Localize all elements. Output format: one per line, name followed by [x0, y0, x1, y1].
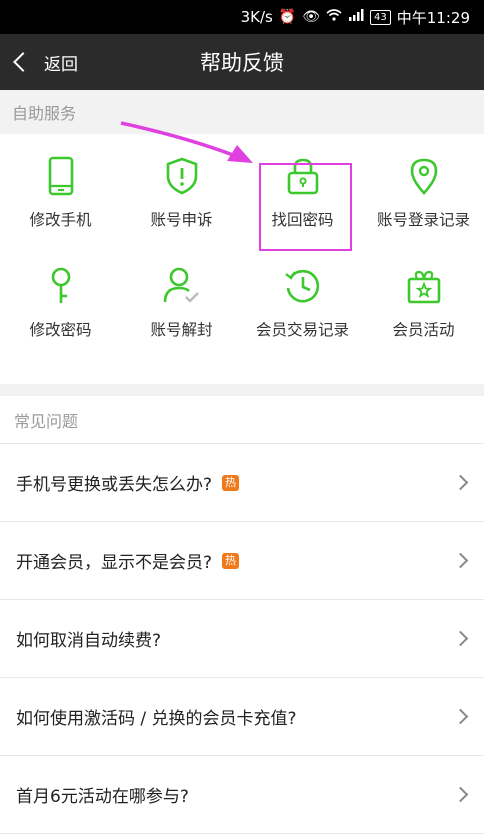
service-member-events[interactable]: 会员活动: [363, 244, 484, 354]
back-button[interactable]: 返回: [0, 34, 78, 90]
service-label: 会员交易记录: [255, 321, 349, 339]
faq-question: 首月6元活动在哪参与?: [16, 787, 189, 807]
faq-item[interactable]: 首月6元活动在哪参与?: [0, 756, 484, 834]
faq-question: 如何使用激活码 / 兑换的会员卡充值?: [16, 709, 297, 729]
self-service-heading: 自助服务: [0, 90, 484, 134]
service-account-appeal[interactable]: 账号申诉: [121, 134, 242, 244]
user-check-icon: [163, 267, 199, 303]
faq-question: 手机号更换或丢失怎么办?: [16, 475, 213, 495]
status-bar: 3K/s ⏰ 👁 43 中午11:29: [0, 0, 484, 34]
faq-question: 开通会员，显示不是会员?: [16, 553, 213, 573]
back-label: 返回: [44, 54, 78, 75]
eye-icon: 👁: [302, 9, 321, 25]
alarm-icon: ⏰: [278, 9, 297, 25]
chevron-right-icon: [452, 630, 469, 647]
key-icon: [51, 267, 70, 303]
lock-icon: [287, 158, 318, 195]
service-recover-password[interactable]: 找回密码: [242, 134, 363, 244]
location-pin-icon: [410, 158, 437, 195]
clock-refresh-icon: [284, 269, 319, 303]
shield-alert-icon: [166, 157, 197, 195]
service-label: 账号登录记录: [376, 211, 470, 229]
service-label: 账号解封: [150, 321, 213, 339]
chevron-right-icon: [452, 474, 469, 491]
faq-question: 如何取消自动续费?: [16, 631, 162, 651]
navigation-bar: 返回 帮助反馈: [0, 34, 484, 90]
phone-icon: [48, 156, 73, 196]
service-unban-account[interactable]: 账号解封: [121, 244, 242, 354]
service-login-records[interactable]: 账号登录记录: [363, 134, 484, 244]
service-label: 修改密码: [29, 321, 92, 339]
gift-icon: [407, 270, 440, 304]
faq-item[interactable]: 开通会员，显示不是会员? 热: [0, 522, 484, 600]
network-speed: 3K/s: [240, 8, 273, 26]
self-service-grid: 修改手机 账号申诉 找回密码 账号登录记录 修改密码 账号解封 会员交易记录 会…: [0, 134, 484, 384]
faq-item[interactable]: 如何使用激活码 / 兑换的会员卡充值?: [0, 678, 484, 756]
clock: 中午11:29: [396, 8, 470, 27]
chevron-right-icon: [452, 708, 469, 725]
faq-item[interactable]: 手机号更换或丢失怎么办? 热: [0, 444, 484, 522]
faq-item[interactable]: 如何取消自动续费?: [0, 600, 484, 678]
section-divider: [0, 384, 484, 396]
faq-heading: 常见问题: [0, 396, 484, 444]
service-change-password[interactable]: 修改密码: [0, 244, 121, 354]
service-label: 会员活动: [392, 321, 455, 339]
service-member-transactions[interactable]: 会员交易记录: [242, 244, 363, 354]
hot-badge: 热: [222, 552, 240, 569]
service-label: 账号申诉: [150, 211, 213, 229]
service-change-phone[interactable]: 修改手机: [0, 134, 121, 244]
chevron-right-icon: [452, 552, 469, 569]
battery-indicator: 43: [370, 9, 391, 25]
wifi-icon: [326, 9, 342, 25]
chevron-left-icon: [13, 52, 33, 72]
service-label: 找回密码: [271, 211, 334, 229]
service-label: 修改手机: [29, 211, 92, 229]
hot-badge: 热: [222, 474, 240, 491]
signal-icon: [348, 9, 364, 25]
